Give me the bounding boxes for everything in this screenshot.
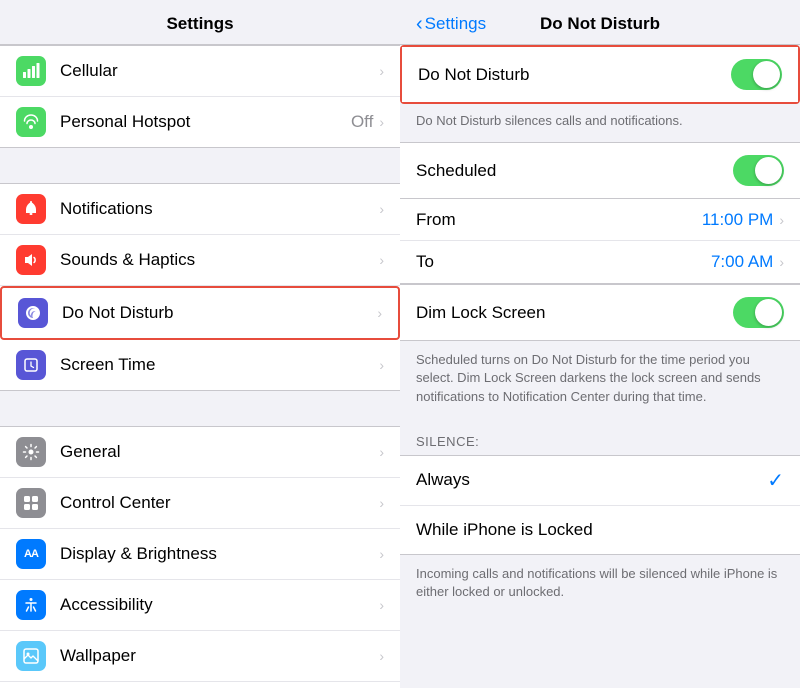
accessibility-chevron: › [379,597,384,613]
gap-1 [0,148,400,183]
control-center-icon [16,488,46,518]
to-value: 7:00 AM [466,252,773,272]
section-mid: Notifications › Sounds & Haptics › Do No… [0,183,400,391]
scheduled-section: Scheduled [400,142,800,199]
back-button[interactable]: ‹ Settings [416,13,486,36]
section-top: Cellular › Personal Hotspot Off › [0,45,400,148]
display-brightness-icon: AA [16,539,46,569]
accessibility-icon [16,590,46,620]
sidebar-item-control-center[interactable]: Control Center › [0,478,400,529]
silence-always-row[interactable]: Always ✓ [400,456,800,506]
hotspot-chevron: › [379,114,384,130]
left-header: Settings [0,0,400,45]
screen-time-label: Screen Time [60,355,379,375]
sidebar-item-siri-search[interactable]: Siri & Search › [0,682,400,688]
scheduled-label: Scheduled [416,161,733,181]
notifications-label: Notifications [60,199,379,219]
from-chevron-icon: › [779,212,784,228]
settings-list: Cellular › Personal Hotspot Off › Notifi… [0,45,400,688]
left-panel: Settings Cellular › Personal Hotspot Off… [0,0,400,688]
dnd-toggle-row[interactable]: Do Not Disturb [402,47,798,102]
sidebar-item-general[interactable]: General › [0,427,400,478]
section-bottom: General › Control Center › AA Display & … [0,426,400,688]
control-center-chevron: › [379,495,384,511]
screen-time-icon [16,350,46,380]
cellular-chevron: › [379,63,384,79]
locked-description: Incoming calls and notifications will be… [400,555,800,613]
wallpaper-label: Wallpaper [60,646,379,666]
to-row[interactable]: To 7:00 AM › [400,241,800,283]
dnd-chevron: › [377,305,382,321]
sounds-label: Sounds & Haptics [60,250,379,270]
silence-header: SILENCE: [400,418,800,455]
right-content: Do Not Disturb Do Not Disturb silences c… [400,45,800,688]
silence-section: Always ✓ While iPhone is Locked [400,455,800,555]
sounds-chevron: › [379,252,384,268]
from-to-section: From 11:00 PM › To 7:00 AM › [400,199,800,284]
notifications-icon [16,194,46,224]
scheduled-row[interactable]: Scheduled [400,143,800,198]
sidebar-item-wallpaper[interactable]: Wallpaper › [0,631,400,682]
sidebar-item-sounds[interactable]: Sounds & Haptics › [0,235,400,286]
sidebar-item-screen-time[interactable]: Screen Time › [0,340,400,390]
silence-locked-row[interactable]: While iPhone is Locked [400,506,800,554]
display-brightness-chevron: › [379,546,384,562]
from-label: From [416,210,466,230]
hotspot-value: Off [351,112,373,132]
hotspot-icon [16,107,46,137]
dnd-toggle-label: Do Not Disturb [418,65,731,85]
dnd-description: Do Not Disturb silences calls and notifi… [400,104,800,142]
sounds-icon [16,245,46,275]
back-chevron-icon: ‹ [416,13,423,36]
to-label: To [416,252,466,272]
sidebar-item-personal-hotspot[interactable]: Personal Hotspot Off › [0,97,400,147]
sidebar-item-notifications[interactable]: Notifications › [0,184,400,235]
checkmark-icon: ✓ [767,468,784,493]
hotspot-label: Personal Hotspot [60,112,351,132]
accessibility-label: Accessibility [60,595,379,615]
left-title: Settings [166,14,233,33]
screen-time-chevron: › [379,357,384,373]
right-panel: ‹ Settings Do Not Disturb Do Not Disturb… [400,0,800,688]
to-chevron-icon: › [779,254,784,270]
scheduled-description: Scheduled turns on Do Not Disturb for th… [400,341,800,418]
display-brightness-label: Display & Brightness [60,544,379,564]
cellular-label: Cellular [60,61,379,81]
dnd-toggle-section: Do Not Disturb [400,45,800,104]
general-chevron: › [379,444,384,460]
sidebar-item-do-not-disturb[interactable]: Do Not Disturb › [0,286,400,340]
sidebar-item-accessibility[interactable]: Accessibility › [0,580,400,631]
general-label: General [60,442,379,462]
back-label: Settings [425,14,486,34]
dnd-icon [18,298,48,328]
silence-locked-label: While iPhone is Locked [416,520,784,540]
cellular-icon [16,56,46,86]
dim-lock-section: Dim Lock Screen [400,284,800,341]
wallpaper-chevron: › [379,648,384,664]
sidebar-item-cellular[interactable]: Cellular › [0,46,400,97]
right-title: Do Not Disturb [540,14,660,34]
dnd-toggle-knob [753,61,780,88]
from-value: 11:00 PM [466,210,773,230]
silence-always-label: Always [416,470,767,490]
scheduled-toggle[interactable] [733,155,784,186]
control-center-label: Control Center [60,493,379,513]
dim-lock-label: Dim Lock Screen [416,303,733,323]
notifications-chevron: › [379,201,384,217]
dim-lock-row[interactable]: Dim Lock Screen [400,285,800,340]
from-row[interactable]: From 11:00 PM › [400,199,800,241]
right-header: ‹ Settings Do Not Disturb [400,0,800,45]
dim-lock-toggle[interactable] [733,297,784,328]
wallpaper-icon [16,641,46,671]
dim-lock-knob [755,299,782,326]
general-icon [16,437,46,467]
gap-2 [0,391,400,426]
dnd-label: Do Not Disturb [62,303,377,323]
dnd-toggle[interactable] [731,59,782,90]
scheduled-toggle-knob [755,157,782,184]
sidebar-item-display-brightness[interactable]: AA Display & Brightness › [0,529,400,580]
